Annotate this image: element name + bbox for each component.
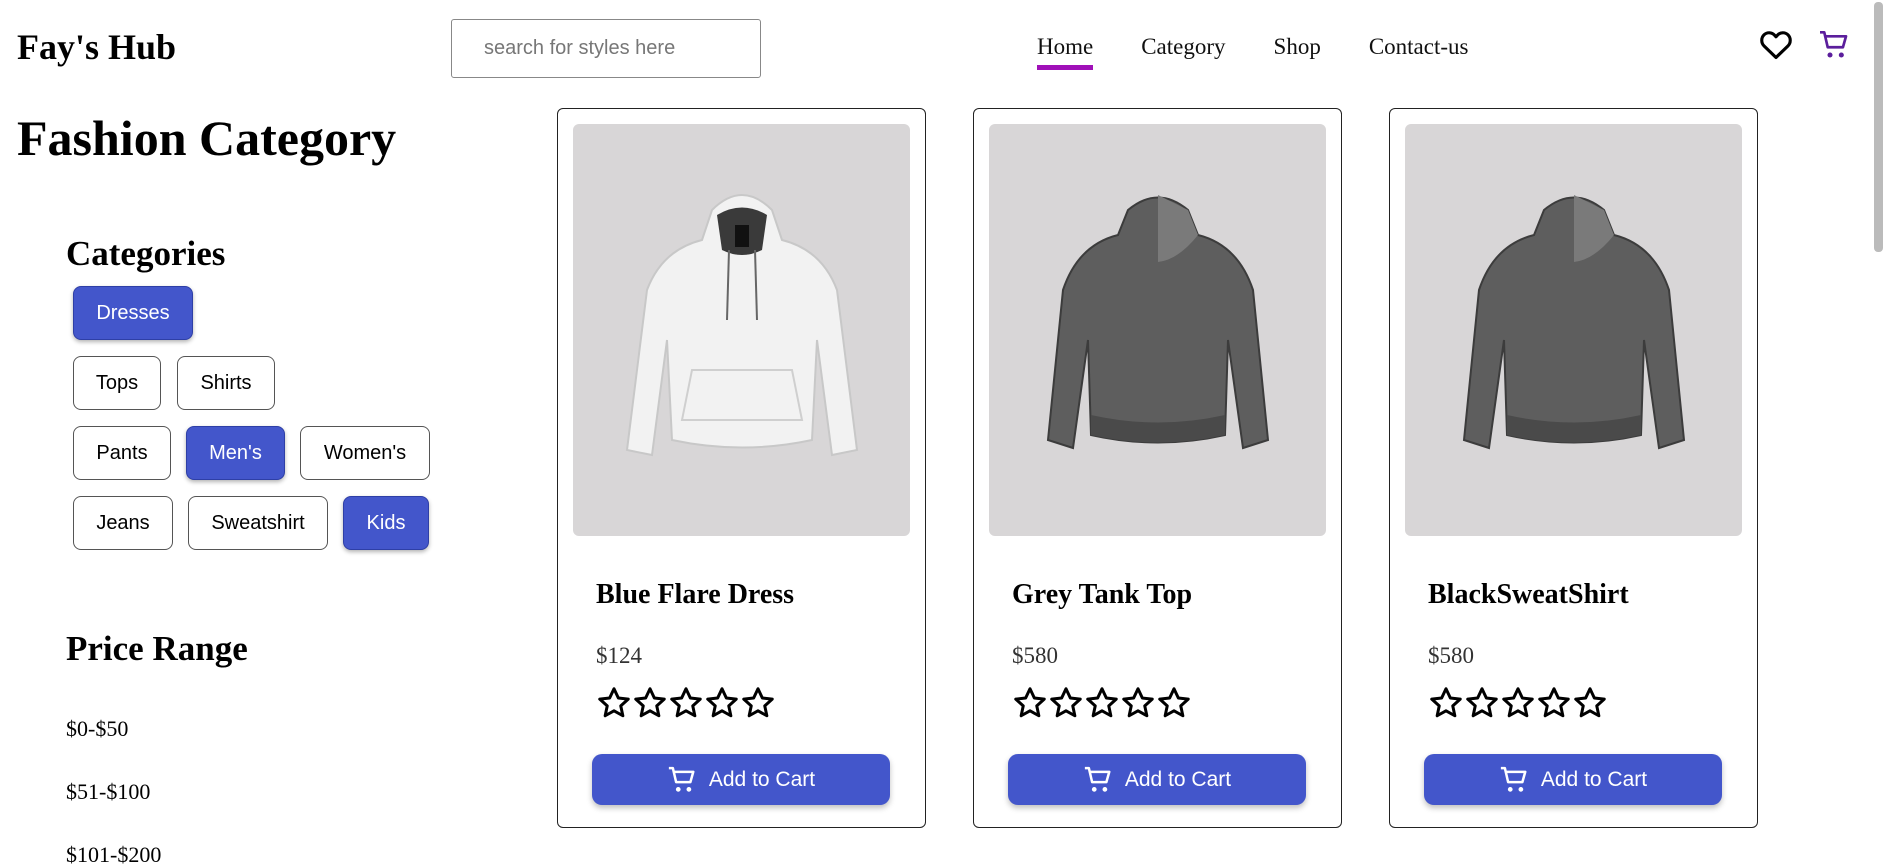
product-price: $580 <box>1012 643 1058 668</box>
star-icon[interactable] <box>740 685 776 721</box>
product-name[interactable]: Grey Tank Top <box>1012 579 1192 611</box>
hoodie-image <box>1462 195 1685 450</box>
cart-icon <box>1500 766 1527 792</box>
add-to-cart-button[interactable]: Add to Cart <box>1008 754 1306 805</box>
category-chip-womens[interactable]: Women's <box>300 426 430 480</box>
price-range-heading: Price Range <box>66 629 248 668</box>
price-range-option[interactable]: $51-$100 <box>66 779 150 805</box>
product-price: $580 <box>1428 643 1474 668</box>
search-input[interactable] <box>451 19 761 78</box>
add-to-cart-label: Add to Cart <box>1124 767 1232 791</box>
nav-shop[interactable]: Shop <box>1274 34 1321 60</box>
star-icon[interactable] <box>1048 685 1084 721</box>
star-icon[interactable] <box>668 685 704 721</box>
star-icon[interactable] <box>1464 685 1500 721</box>
add-to-cart-label: Add to Cart <box>1540 767 1648 791</box>
product-name[interactable]: Blue Flare Dress <box>596 579 794 611</box>
star-icon[interactable] <box>596 685 632 721</box>
category-chip-dresses[interactable]: Dresses <box>73 286 193 340</box>
vertical-scrollbar[interactable] <box>1870 0 1887 865</box>
category-chip-mens[interactable]: Men's <box>186 426 285 480</box>
star-icon[interactable] <box>1012 685 1048 721</box>
product-image[interactable] <box>989 124 1326 536</box>
nav-contact-us[interactable]: Contact-us <box>1369 34 1469 60</box>
product-name[interactable]: BlackSweatShirt <box>1428 579 1629 611</box>
brand-logo[interactable]: Fay's Hub <box>17 26 176 68</box>
hoodie-image <box>625 194 858 457</box>
category-chip-tops[interactable]: Tops <box>73 356 161 410</box>
category-chip-jeans[interactable]: Jeans <box>73 496 173 550</box>
categories-heading: Categories <box>66 234 226 273</box>
add-to-cart-label: Add to Cart <box>708 767 816 791</box>
add-to-cart-button[interactable]: Add to Cart <box>592 754 890 805</box>
category-chip-shirts[interactable]: Shirts <box>177 356 275 410</box>
main-nav: Home Category Shop Contact-us <box>1037 34 1516 70</box>
cart-icon <box>1084 766 1111 792</box>
star-icon[interactable] <box>1500 685 1536 721</box>
price-range-option[interactable]: $0-$50 <box>66 716 128 742</box>
category-chip-sweatshirt[interactable]: Sweatshirt <box>188 496 328 550</box>
page-title: Fashion Category <box>17 110 397 166</box>
star-icon[interactable] <box>1428 685 1464 721</box>
product-card: Grey Tank Top $580 Add to Cart <box>973 108 1342 828</box>
rating-stars[interactable] <box>596 685 776 721</box>
star-icon[interactable] <box>1084 685 1120 721</box>
category-chip-kids[interactable]: Kids <box>343 496 429 550</box>
nav-home[interactable]: Home <box>1037 34 1094 70</box>
rating-stars[interactable] <box>1428 685 1608 721</box>
product-image[interactable] <box>573 124 910 536</box>
star-icon[interactable] <box>1536 685 1572 721</box>
add-to-cart-button[interactable]: Add to Cart <box>1424 754 1722 805</box>
cart-icon[interactable] <box>1818 29 1850 66</box>
rating-stars[interactable] <box>1012 685 1192 721</box>
product-card: Blue Flare Dress $124 Add to Cart <box>557 108 926 828</box>
hoodie-image <box>1046 195 1269 450</box>
star-icon[interactable] <box>632 685 668 721</box>
cart-icon <box>668 766 695 792</box>
category-chip-pants[interactable]: Pants <box>73 426 171 480</box>
product-price: $124 <box>596 643 642 668</box>
star-icon[interactable] <box>1120 685 1156 721</box>
star-icon[interactable] <box>704 685 740 721</box>
product-image[interactable] <box>1405 124 1742 536</box>
star-icon[interactable] <box>1572 685 1608 721</box>
product-card: BlackSweatShirt $580 Add to Cart <box>1389 108 1758 828</box>
scrollbar-thumb[interactable] <box>1874 2 1883 252</box>
heart-icon[interactable] <box>1759 28 1793 65</box>
price-range-option[interactable]: $101-$200 <box>66 842 161 865</box>
star-icon[interactable] <box>1156 685 1192 721</box>
nav-category[interactable]: Category <box>1141 34 1225 60</box>
